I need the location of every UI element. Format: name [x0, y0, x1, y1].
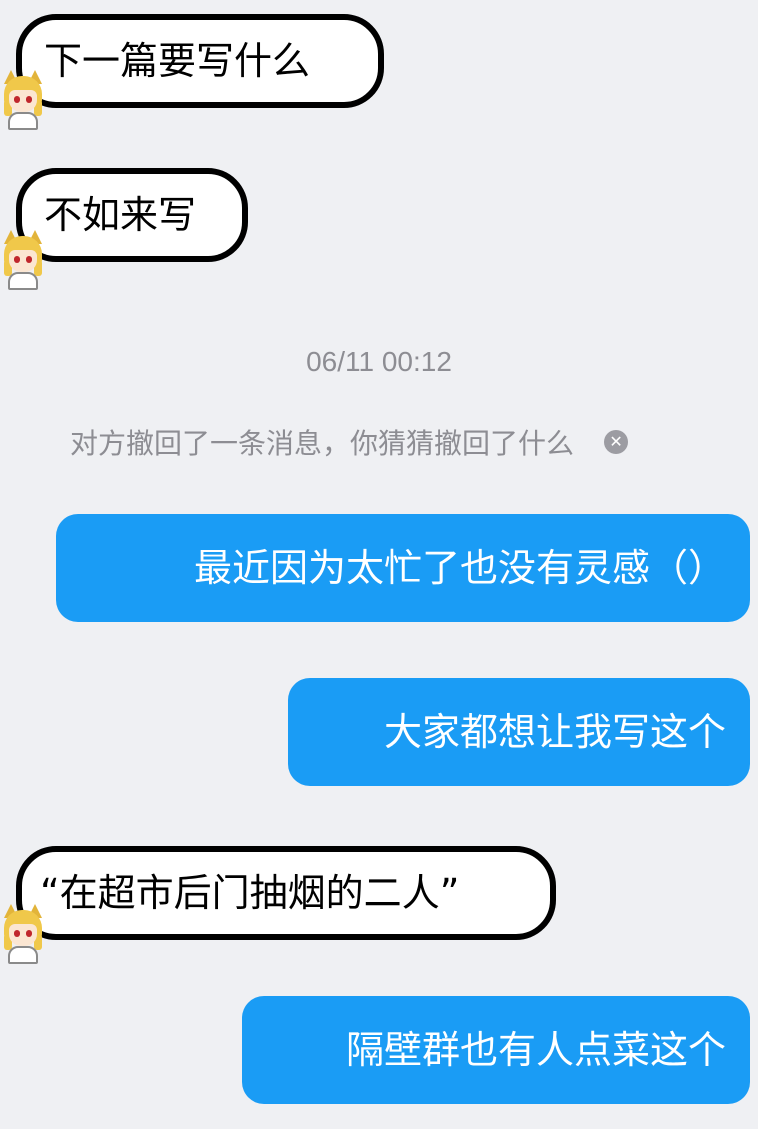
incoming-message-row: 不如来写 — [0, 168, 260, 292]
outgoing-message-bubble[interactable]: 最近因为太忙了也没有灵感（） — [56, 514, 750, 622]
message-text: “在超市后门抽烟的二人” — [40, 871, 460, 915]
cat-girl-avatar-icon[interactable] — [0, 230, 46, 292]
chat-window: 下一篇要写什么 不如来写 06/11 00:12 对方撤回了一条消息，你猜猜撤回… — [0, 0, 758, 1129]
message-text: 不如来写 — [44, 193, 197, 237]
outgoing-message-bubble[interactable]: 大家都想让我写这个 — [288, 678, 750, 786]
outgoing-message-bubble[interactable]: 隔壁群也有人点菜这个 — [242, 996, 750, 1104]
close-icon[interactable]: ✕ — [604, 430, 629, 454]
message-text: 大家都想让我写这个 — [383, 710, 726, 754]
message-timestamp: 06/11 00:12 — [306, 346, 452, 377]
incoming-message-row: “在超市后门抽烟的二人” — [0, 846, 570, 970]
incoming-message-bubble[interactable]: “在超市后门抽烟的二人” — [16, 846, 556, 940]
incoming-message-bubble[interactable]: 不如来写 — [16, 168, 248, 262]
incoming-message-row: 下一篇要写什么 — [0, 14, 400, 134]
cat-girl-avatar-icon[interactable] — [0, 904, 46, 966]
message-text: 下一篇要写什么 — [44, 39, 311, 83]
recall-notice: 对方撤回了一条消息，你猜猜撤回了什么 ✕ — [70, 422, 629, 462]
cat-girl-avatar-icon[interactable] — [0, 70, 46, 132]
message-text: 隔壁群也有人点菜这个 — [345, 1028, 726, 1072]
incoming-message-bubble[interactable]: 下一篇要写什么 — [16, 14, 384, 108]
message-text: 最近因为太忙了也没有灵感（） — [193, 546, 726, 590]
recall-notice-text: 对方撤回了一条消息，你猜猜撤回了什么 — [70, 427, 575, 460]
